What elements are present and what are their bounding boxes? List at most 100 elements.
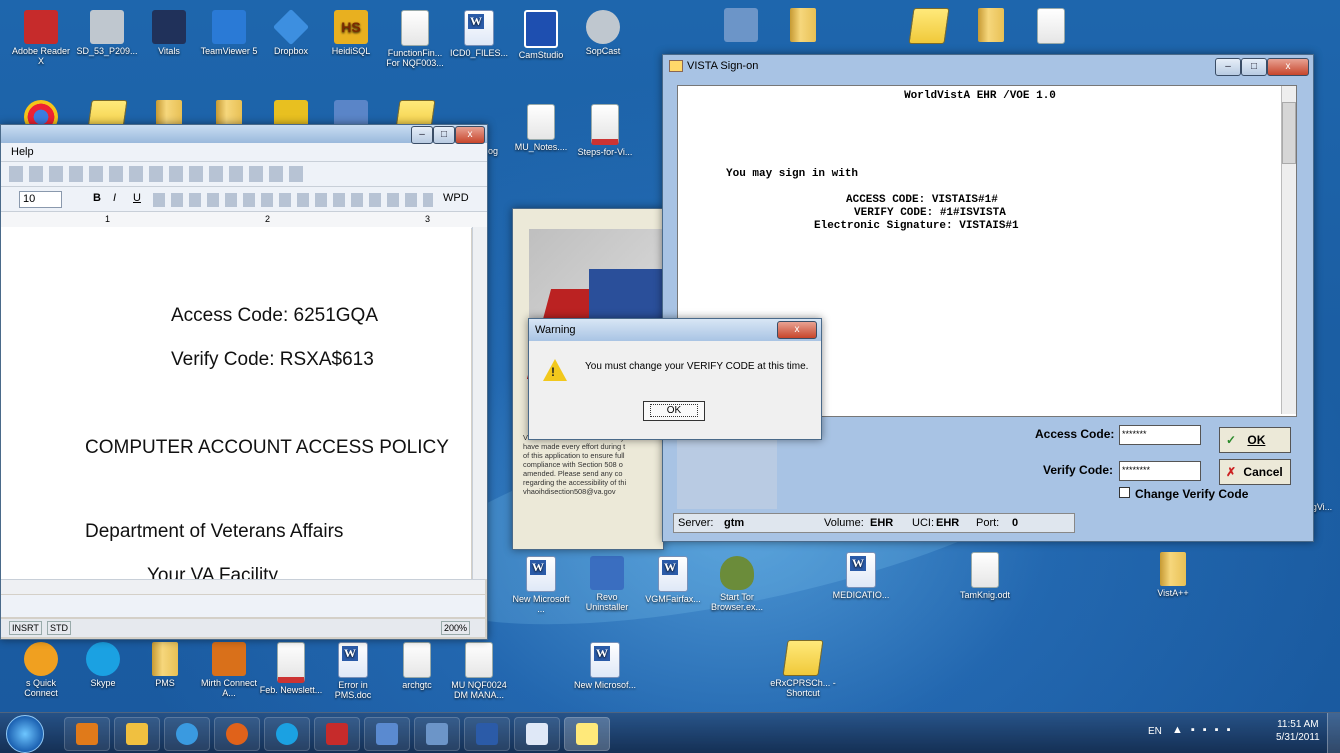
ok-button[interactable]: ✓ OK: [1219, 427, 1291, 453]
intro-scrollbar[interactable]: [1281, 86, 1296, 414]
desktop-icon-mu-notes[interactable]: MU_Notes....: [508, 104, 574, 152]
taskbar-firefox[interactable]: [214, 717, 260, 751]
language-indicator[interactable]: EN: [1148, 726, 1162, 737]
word-document-icon: [526, 556, 556, 592]
close-button[interactable]: x: [455, 126, 485, 144]
close-button[interactable]: x: [1267, 58, 1309, 76]
dropbox-icon: [272, 8, 310, 46]
access-code-input[interactable]: *******: [1119, 425, 1201, 445]
taskbar-skype[interactable]: [264, 717, 310, 751]
desktop-icon-pms[interactable]: PMS: [132, 642, 198, 688]
taskbar-writer[interactable]: [514, 717, 560, 751]
warning-message: You must change your VERIFY CODE at this…: [585, 361, 809, 372]
maximize-button[interactable]: □: [433, 126, 455, 144]
desktop-icon-camstudio[interactable]: CamStudio: [508, 10, 574, 60]
desktop-icon-teamviewer[interactable]: TeamViewer 5: [196, 10, 262, 56]
desktop-icon-revo[interactable]: Revo Uninstaller: [574, 556, 640, 612]
desktop-icon-medicatio[interactable]: MEDICATIO...: [828, 552, 894, 600]
warning-ok-button[interactable]: OK: [643, 401, 705, 421]
scrollbar-thumb[interactable]: [1282, 102, 1296, 164]
desktop-icon-mirth[interactable]: Mirth Connect A...: [196, 642, 262, 698]
desktop-icon-sopcast[interactable]: SopCast: [570, 10, 636, 56]
desktop-icon-heidisql[interactable]: HS HeidiSQL: [318, 10, 384, 56]
checkbox-icon[interactable]: [1119, 487, 1130, 498]
minimize-button[interactable]: –: [1215, 58, 1241, 76]
desktop-icon-folder-3[interactable]: [770, 8, 836, 44]
desktop-icon-tor[interactable]: Start Tor Browser.ex...: [704, 556, 770, 612]
desktop-icon-tamknig[interactable]: TamKnig.odt: [952, 552, 1018, 600]
warning-title-bar[interactable]: Warning x: [529, 319, 821, 341]
alignment-buttons[interactable]: [153, 193, 433, 207]
bold-button[interactable]: B: [93, 192, 101, 204]
desktop-icon-sd53[interactable]: SD_53_P209...: [74, 10, 140, 56]
application-window-icon: [90, 10, 124, 44]
desktop-icon-dropbox[interactable]: Dropbox: [258, 8, 324, 56]
desktop-icon-vitals[interactable]: Vitals: [136, 10, 202, 56]
warning-close-button[interactable]: x: [777, 321, 817, 339]
show-desktop-button[interactable]: [1327, 713, 1340, 753]
status-bar: INSRT STD 200%: [1, 619, 485, 637]
desktop-icon-archgtc[interactable]: archgtc: [384, 642, 450, 690]
desktop-icon-error-pms[interactable]: Error in PMS.doc: [320, 642, 386, 700]
odt-file-icon: [971, 552, 999, 588]
underline-button[interactable]: U: [133, 192, 141, 204]
writer-title-bar[interactable]: – □ x: [1, 125, 487, 144]
revo-uninstaller-icon: [590, 556, 624, 590]
font-size-select[interactable]: 10: [19, 191, 62, 208]
desktop-icon-quick-connect[interactable]: s Quick Connect: [8, 642, 74, 698]
start-button[interactable]: [6, 715, 44, 753]
writer-window: – □ x Help 10 B I U WPD 1 2 3 Access Cod…: [0, 124, 488, 640]
desktop-icon-java-file[interactable]: [1018, 8, 1084, 46]
taskbar-word[interactable]: [464, 717, 510, 751]
taskbar-app-red[interactable]: [314, 717, 360, 751]
desktop-icon-steps[interactable]: Steps-for-Vi...: [572, 104, 638, 157]
taskbar-media-player[interactable]: [64, 717, 110, 751]
vista-title-bar[interactable]: VISTA Sign-on – □ x: [663, 55, 1313, 77]
maximize-button[interactable]: □: [1241, 58, 1267, 76]
drawing-toolbar[interactable]: [1, 595, 485, 617]
warning-icon: [543, 359, 567, 381]
verify-code-input[interactable]: ********: [1119, 461, 1201, 481]
horizontal-scrollbar[interactable]: [1, 579, 485, 594]
taskbar-network[interactable]: [414, 717, 460, 751]
taskbar-vista[interactable]: [564, 717, 610, 751]
desktop-icon-vistapp[interactable]: VistA++: [1140, 552, 1206, 598]
minimize-button[interactable]: –: [411, 126, 433, 144]
access-code-label: Access Code:: [1035, 427, 1115, 441]
selection-mode[interactable]: STD: [47, 621, 71, 635]
folder-icon: [152, 642, 178, 676]
doc-line-facility: Your VA Facility: [147, 565, 278, 579]
desktop-icon-new-microsof[interactable]: New Microsof...: [572, 642, 638, 690]
desktop-icon-skype[interactable]: Skype: [70, 642, 136, 688]
italic-button[interactable]: I: [113, 192, 116, 204]
desktop-icon-note-3[interactable]: [896, 8, 962, 46]
desktop-icon-icd0-files[interactable]: ICD0_FILES...: [446, 10, 512, 58]
taskbar-virtualbox[interactable]: [364, 717, 410, 751]
toolbar-icons[interactable]: [9, 166, 309, 182]
insert-mode[interactable]: INSRT: [9, 621, 42, 635]
desktop-icon-vgmfairfax[interactable]: VGMFairfax...: [640, 556, 706, 604]
desktop-icon-mu-nqf0024[interactable]: MU NQF0024 DM MANA...: [446, 642, 512, 700]
vertical-scrollbar[interactable]: [472, 227, 487, 579]
zoom-level[interactable]: 200%: [441, 621, 471, 635]
desktop-icon-folder-4[interactable]: [958, 8, 1024, 44]
taskbar-ie[interactable]: [164, 717, 210, 751]
change-verify-checkbox[interactable]: Change Verify Code: [1119, 487, 1248, 501]
desktop-icon-erxcprs[interactable]: eRxCPRSCh... - Shortcut: [770, 640, 836, 698]
desktop-icon-functionfinder[interactable]: FunctionFin... For NQF003...: [382, 10, 448, 68]
intro-text: WorldVistA EHR /VOE 1.0 You may sign in …: [726, 90, 1056, 232]
clock[interactable]: 11:51 AM 5/31/2011: [1276, 718, 1320, 744]
cancel-button[interactable]: ✗ Cancel: [1219, 459, 1291, 485]
taskbar-explorer[interactable]: [114, 717, 160, 751]
document-page[interactable]: Access Code: 6251GQA Verify Code: RSXA$6…: [1, 227, 471, 579]
connection-status-bar: Server: gtm Volume: EHR UCI: EHR Port: 0: [673, 513, 1075, 533]
taskbar: EN ▲▪▪▪▪ 11:51 AM 5/31/2011: [0, 712, 1340, 753]
desktop-icon-network[interactable]: [708, 8, 774, 44]
desktop-icon-new-microsoft[interactable]: New Microsoft ...: [508, 556, 574, 614]
menu-help[interactable]: Help: [11, 146, 34, 158]
vitals-chart-icon: [152, 10, 186, 44]
pdf-file-icon: [277, 642, 305, 683]
tray-icons[interactable]: ▲▪▪▪▪: [1172, 724, 1239, 736]
desktop-icon-adobe-reader[interactable]: Adobe Reader X: [8, 10, 74, 66]
desktop-icon-feb-newsletter[interactable]: Feb. Newslett...: [258, 642, 324, 695]
